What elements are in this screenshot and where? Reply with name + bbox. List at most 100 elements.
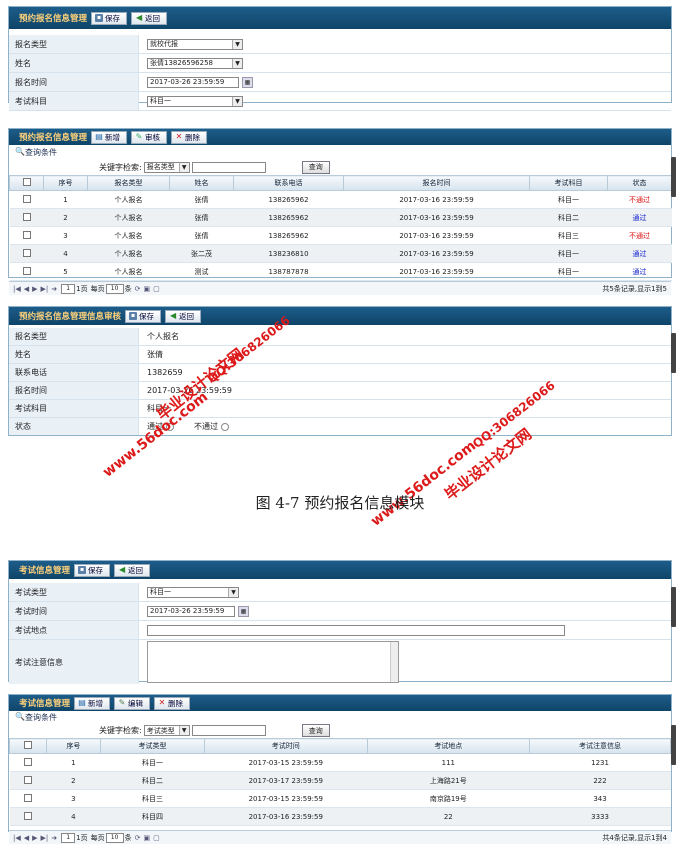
column-header[interactable]: 状态 [607, 175, 672, 191]
column-header[interactable]: 序号 [45, 738, 102, 754]
table-row[interactable]: 3 科目三 2017-03-15 23:59:59 南京路19号 343 [9, 789, 671, 808]
exam-location-input[interactable] [147, 624, 565, 636]
row-checkbox[interactable] [23, 793, 32, 802]
status-fail-radio[interactable] [221, 422, 229, 431]
signup-type-select[interactable]: 就校代报 ▼ [147, 38, 243, 50]
form-row: 姓名 张倩13826596258 ▼ [9, 54, 671, 73]
table-row[interactable]: 5 个人报名 测试 138787878 2017-03-16 23:59:59 科目一 通过 [9, 262, 672, 281]
column-header[interactable]: 联系电话 [233, 175, 344, 191]
last-page-icon[interactable]: ▶| [41, 834, 49, 842]
next-page-icon[interactable]: ▶ [32, 834, 37, 842]
row-checkbox[interactable] [23, 811, 32, 820]
table-row[interactable]: 2 个人报名 张倩 138265962 2017-03-16 23:59:59 科目二 通过 [9, 208, 672, 227]
back-button[interactable]: ◀ 返回 [165, 309, 202, 323]
keyword-type-select[interactable]: 报名类型 ▼ [143, 161, 190, 173]
pager: |◀ ◀ ▶ ▶| ➜ 1 1页 每页 10 条 ⟳ ▣ ▢ 共4条记录,显示1… [9, 830, 671, 844]
scrollbar[interactable] [671, 333, 676, 373]
column-header[interactable]: 序号 [43, 175, 88, 191]
row-checkbox[interactable] [22, 248, 31, 257]
delete-button[interactable]: ✕ 删除 [154, 696, 191, 710]
exam-type-select[interactable]: 科目一 ▼ [147, 586, 239, 598]
per-page-label: 每页 [90, 833, 105, 842]
status-badge: 通过 [607, 262, 672, 281]
last-page-icon[interactable]: ▶| [41, 285, 49, 293]
row-checkbox[interactable] [22, 230, 31, 239]
column-header[interactable]: 考试地点 [366, 738, 531, 754]
column-header[interactable]: 姓名 [169, 175, 234, 191]
keyword-input[interactable] [191, 725, 266, 736]
add-button[interactable]: ▤ 新增 [91, 130, 128, 144]
back-button[interactable]: ◀ 返回 [131, 11, 168, 25]
pager: |◀ ◀ ▶ ▶| ➜ 1 1页 每页 10 条 ⟳ ▣ ▢ 共5条记录,显示1… [9, 281, 671, 295]
name-select[interactable]: 张倩13826596258 ▼ [147, 57, 243, 69]
select-all-checkbox[interactable] [9, 175, 44, 191]
delete-button[interactable]: ✕ 删除 [171, 130, 208, 144]
exam-notice-textarea[interactable] [147, 641, 399, 683]
table-row[interactable]: 3 个人报名 张倩 138265962 2017-03-16 23:59:59 科目三 不通… [9, 226, 672, 245]
first-page-icon[interactable]: |◀ [13, 285, 21, 293]
form-row: 考试地点 [9, 621, 671, 640]
export-icon[interactable]: ▣ [144, 285, 151, 293]
row-checkbox[interactable] [23, 757, 32, 766]
calendar-icon[interactable]: ▦ [238, 605, 249, 617]
keyword-input[interactable] [191, 161, 266, 173]
exam-time-input[interactable]: 2017-03-26 23:59:59 [147, 605, 235, 617]
save-button[interactable]: ▪ 保存 [74, 563, 111, 577]
calendar-icon[interactable]: ▦ [242, 76, 253, 88]
table-row[interactable]: 4 科目四 2017-03-16 23:59:59 22 3333 [9, 807, 671, 826]
print-icon[interactable]: ▢ [153, 285, 160, 293]
table-row[interactable]: 2 科目二 2017-03-17 23:59:59 上海路21号 222 [9, 771, 671, 790]
row-checkbox[interactable] [22, 194, 31, 203]
refresh-icon[interactable]: ⟳ [135, 834, 141, 842]
keyword-type-select[interactable]: 考试类型 ▼ [143, 725, 190, 736]
back-button[interactable]: ◀ 返回 [114, 563, 151, 577]
save-button[interactable]: ▪ 保存 [91, 11, 128, 25]
column-header[interactable]: 报名类型 [87, 175, 170, 191]
add-button[interactable]: ▤ 新增 [74, 696, 111, 710]
edit-button[interactable]: ✎ 编辑 [114, 696, 151, 710]
refresh-icon[interactable]: ⟳ [135, 285, 141, 293]
back-arrow-icon: ◀ [169, 311, 177, 320]
field-label: 考试时间 [9, 602, 139, 620]
exam-subject-select[interactable]: 科目一 ▼ [147, 95, 243, 107]
table-row[interactable]: 4 个人报名 张二茂 138236810 2017-03-16 23:59:59 科目一通… [9, 244, 672, 263]
row-checkbox[interactable] [23, 775, 32, 784]
per-page-select[interactable]: 10 [105, 832, 124, 843]
column-header[interactable]: 考试注意信息 [529, 738, 671, 754]
select-all-checkbox[interactable] [9, 738, 47, 754]
field-label: 考试注意信息 [9, 640, 139, 684]
next-page-icon[interactable]: ▶ [32, 285, 37, 293]
prev-page-icon[interactable]: ◀ [24, 285, 29, 293]
back-arrow-icon: ◀ [118, 565, 126, 574]
column-header[interactable]: 报名时间 [343, 175, 530, 191]
table-row[interactable]: 1 个人报名 张倩 138265962 2017-03-16 23:59:59 科目一 不通… [9, 190, 672, 209]
save-button[interactable]: ▪ 保存 [125, 309, 162, 323]
prev-page-icon[interactable]: ◀ [24, 834, 29, 842]
keyword-search-bar: 关键字检索: 考试类型 ▼ 查询 [9, 723, 671, 738]
column-header[interactable]: 考试类型 [99, 738, 206, 754]
query-button[interactable]: 查询 [301, 160, 330, 174]
scrollbar[interactable] [390, 642, 398, 682]
per-page-select[interactable]: 10 [105, 283, 124, 294]
page-number-input[interactable]: 1 [61, 283, 76, 294]
record-summary: 共5条记录,显示1到5 [602, 284, 667, 293]
scrollbar[interactable] [671, 587, 676, 627]
column-header[interactable]: 考试科目 [529, 175, 608, 191]
delete-icon: ✕ [158, 698, 166, 707]
signup-time-input[interactable]: 2017-03-26 23:59:59 [147, 76, 239, 88]
query-button[interactable]: 查询 [301, 724, 330, 737]
export-icon[interactable]: ▣ [144, 834, 151, 842]
goto-page-icon[interactable]: ➜ [51, 834, 57, 842]
scrollbar[interactable] [671, 157, 676, 197]
column-header[interactable]: 考试时间 [204, 738, 368, 754]
panel-title: 预约报名信息管理 [19, 133, 88, 143]
table-row[interactable]: 1 科目一 2017-03-15 23:59:59 111 1231 [9, 753, 671, 772]
first-page-icon[interactable]: |◀ [13, 834, 21, 842]
print-icon[interactable]: ▢ [153, 834, 160, 842]
scrollbar[interactable] [671, 725, 676, 765]
row-checkbox[interactable] [22, 212, 31, 221]
goto-page-icon[interactable]: ➜ [51, 285, 57, 293]
page-number-input[interactable]: 1 [61, 832, 76, 843]
audit-button[interactable]: ✎ 审核 [131, 130, 168, 144]
row-checkbox[interactable] [22, 266, 31, 275]
